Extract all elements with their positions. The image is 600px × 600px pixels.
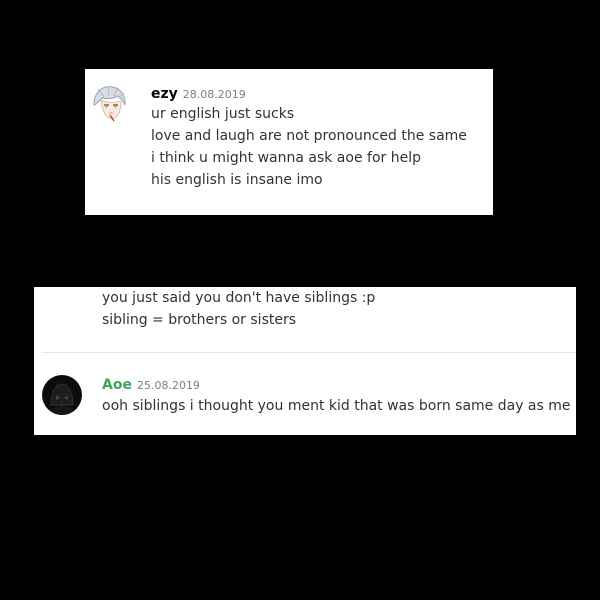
message-header-ezy: ezy 28.08.2019 xyxy=(151,84,246,104)
message-line: i think u might wanna ask aoe for help xyxy=(151,150,421,166)
timestamp-aoe: 25.08.2019 xyxy=(136,379,200,392)
timestamp-ezy: 28.08.2019 xyxy=(182,88,246,101)
avatar-aoe-icon[interactable] xyxy=(42,375,82,415)
chat-panel-bottom: you just said you don't have siblings :p… xyxy=(34,287,576,435)
message-line: you just said you don't have siblings :p xyxy=(102,290,376,306)
message-header-aoe: Aoe 25.08.2019 xyxy=(102,375,200,395)
message-line: ur english just sucks xyxy=(151,106,295,122)
message-line: sibling = brothers or sisters xyxy=(102,312,297,328)
username-ezy[interactable]: ezy xyxy=(151,86,178,102)
username-aoe[interactable]: Aoe xyxy=(102,377,132,393)
message-line: love and laugh are not pronounced the sa… xyxy=(151,128,467,144)
message-line: ooh siblings i thought you ment kid that… xyxy=(102,398,571,414)
avatar-ezy-icon[interactable] xyxy=(90,83,130,123)
message-divider xyxy=(42,352,576,353)
chat-panel-top: ezy 28.08.2019 ur english just sucks love… xyxy=(85,69,493,215)
message-line: his english is insane imo xyxy=(151,172,323,188)
